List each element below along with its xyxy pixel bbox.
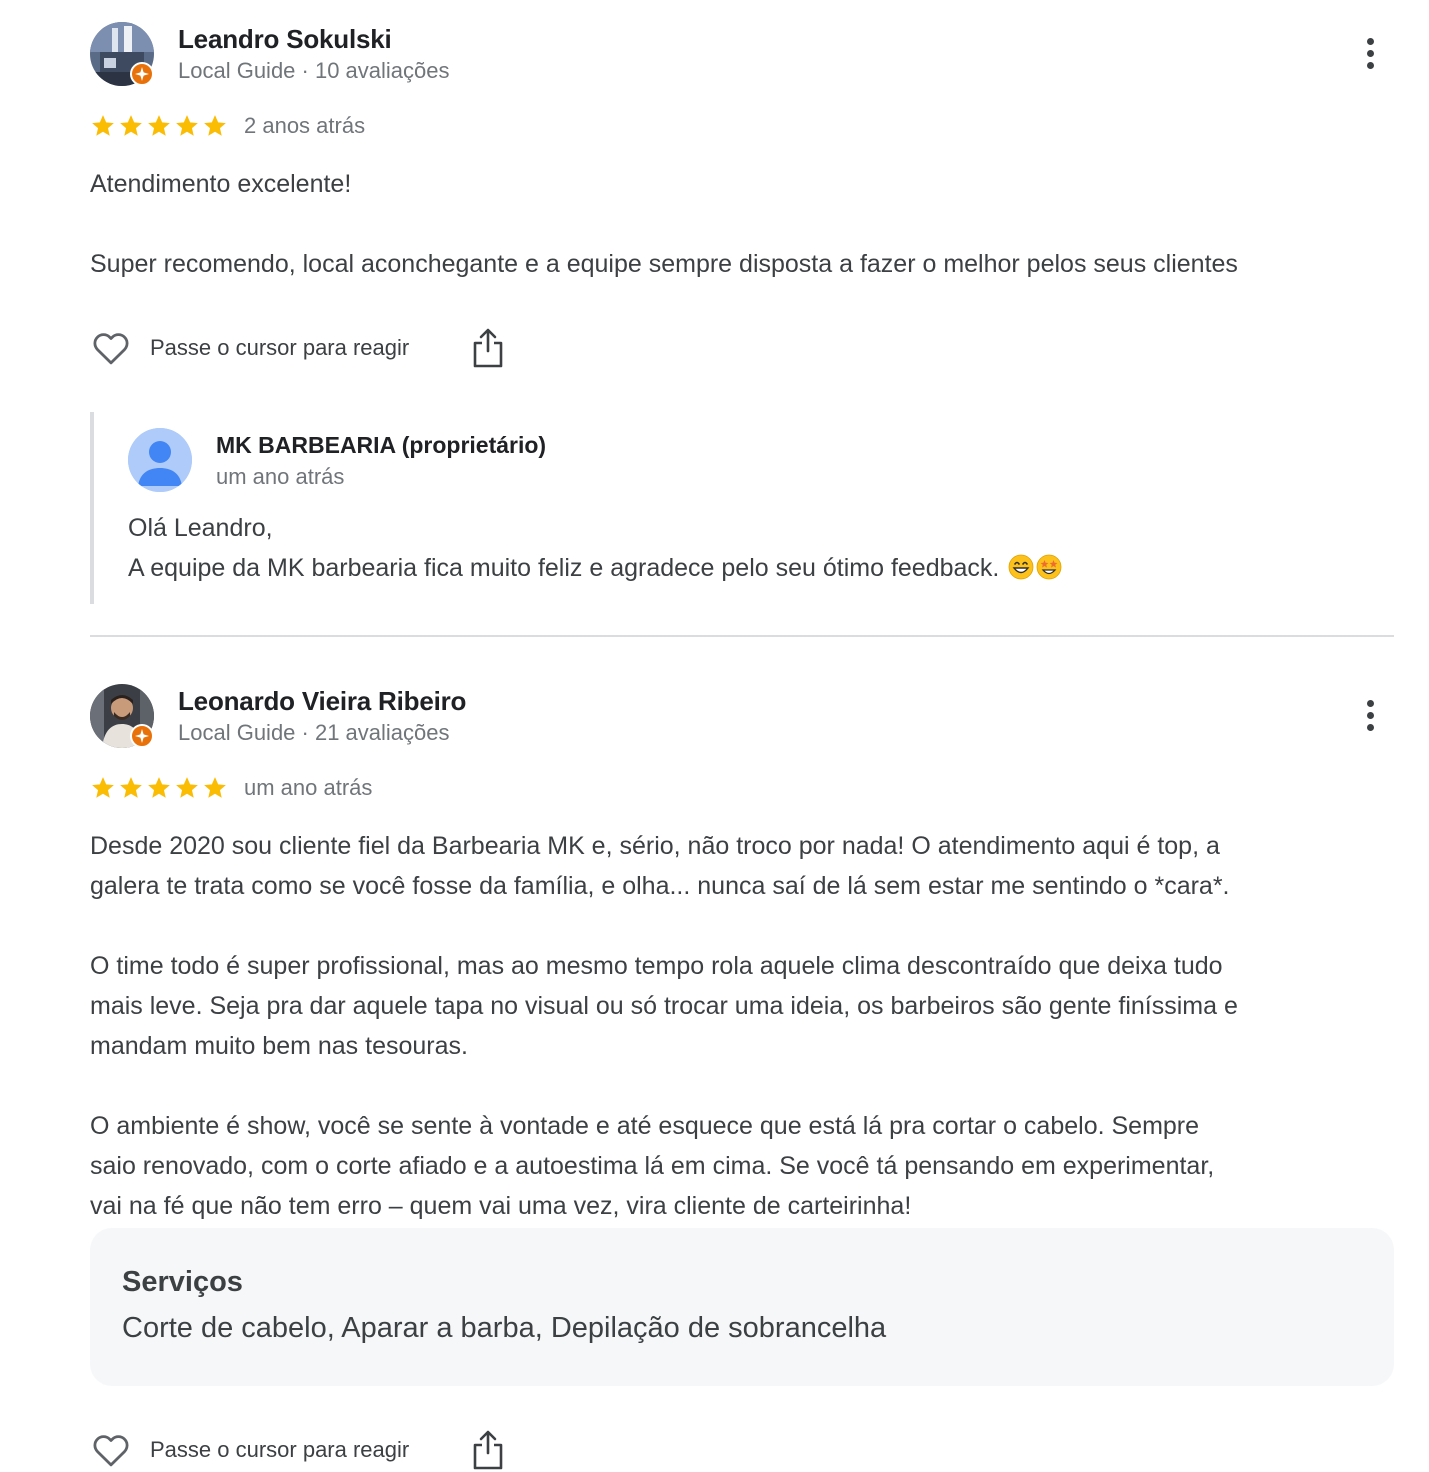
star-icon	[176, 115, 198, 136]
services-card: Serviços Corte de cabelo, Aparar a barba…	[90, 1228, 1394, 1386]
review-actions: Passe o cursor para reagir	[90, 326, 505, 370]
rating-row: um ano atrás	[90, 772, 372, 804]
more-vert-icon	[1366, 38, 1374, 45]
reviewer-meta: Local Guide · 10 avaliações	[178, 58, 450, 83]
owner-reply: MK BARBEARIA (proprietário) um ano atrás…	[90, 412, 1190, 604]
review-text: Desde 2020 sou cliente fiel da Barbearia…	[90, 832, 1238, 1220]
reviewer-name[interactable]: Leandro Sokulski	[178, 24, 392, 55]
local-guide-badge-icon	[130, 724, 154, 748]
review-actions: Passe o cursor para reagir	[90, 1428, 505, 1472]
star-struck-emoji	[1036, 554, 1062, 580]
react-label: Passe o cursor para reagir	[150, 1437, 410, 1462]
owner-reply-date: um ano atrás	[216, 464, 345, 489]
review-divider	[90, 635, 1394, 637]
local-guide-badge-icon	[130, 62, 154, 86]
more-vert-icon	[1366, 700, 1374, 707]
react-button[interactable]	[90, 1429, 132, 1471]
star-rating	[90, 775, 228, 801]
star-icon	[120, 115, 142, 136]
star-icon	[92, 777, 114, 798]
more-options-button[interactable]	[1358, 38, 1382, 74]
reviewer-avatar[interactable]	[90, 22, 154, 86]
star-rating	[90, 113, 228, 139]
star-icon	[204, 777, 226, 798]
services-title: Serviços	[122, 1266, 243, 1298]
owner-reply-text: Olá Leandro, A equipe da MK barbearia fi…	[128, 514, 1000, 582]
react-button[interactable]	[90, 327, 132, 369]
star-icon	[120, 777, 142, 798]
reviewer-name[interactable]: Leonardo Vieira Ribeiro	[178, 686, 466, 717]
react-label: Passe o cursor para reagir	[150, 335, 410, 360]
more-options-button[interactable]	[1358, 700, 1382, 736]
review-header: Leonardo Vieira Ribeiro Local Guide · 21…	[90, 662, 1394, 762]
owner-avatar	[128, 428, 192, 492]
rating-row: 2 anos atrás	[90, 110, 365, 142]
review-text: Atendimento excelente! Super recomendo, …	[90, 170, 1238, 278]
star-icon	[148, 115, 170, 136]
owner-reply-text-container: Olá Leandro, A equipe da MK barbearia fi…	[128, 508, 1208, 588]
review-card: Leonardo Vieira Ribeiro Local Guide · 21…	[90, 662, 1394, 1470]
share-icon	[473, 1430, 503, 1470]
default-avatar-icon	[128, 428, 192, 492]
star-icon	[92, 115, 114, 136]
star-icon	[204, 115, 226, 136]
star-icon	[176, 777, 198, 798]
share-icon	[473, 328, 503, 368]
review-card: Leandro Sokulski Local Guide · 10 avalia…	[90, 0, 1394, 604]
share-button[interactable]	[471, 1429, 505, 1471]
services-value: Corte de cabelo, Aparar a barba, Depilaç…	[122, 1312, 887, 1344]
owner-name: MK BARBEARIA (proprietário)	[216, 432, 547, 458]
review-date: um ano atrás	[244, 775, 373, 800]
grinning-emoji	[1008, 554, 1034, 580]
heart-icon	[93, 1435, 129, 1467]
review-header: Leandro Sokulski Local Guide · 10 avalia…	[90, 0, 1394, 100]
review-date: 2 anos atrás	[244, 113, 366, 138]
reviewer-meta: Local Guide · 21 avaliações	[178, 720, 450, 745]
heart-icon	[93, 333, 129, 365]
reviewer-avatar[interactable]	[90, 684, 154, 748]
star-icon	[148, 777, 170, 798]
share-button[interactable]	[471, 327, 505, 369]
